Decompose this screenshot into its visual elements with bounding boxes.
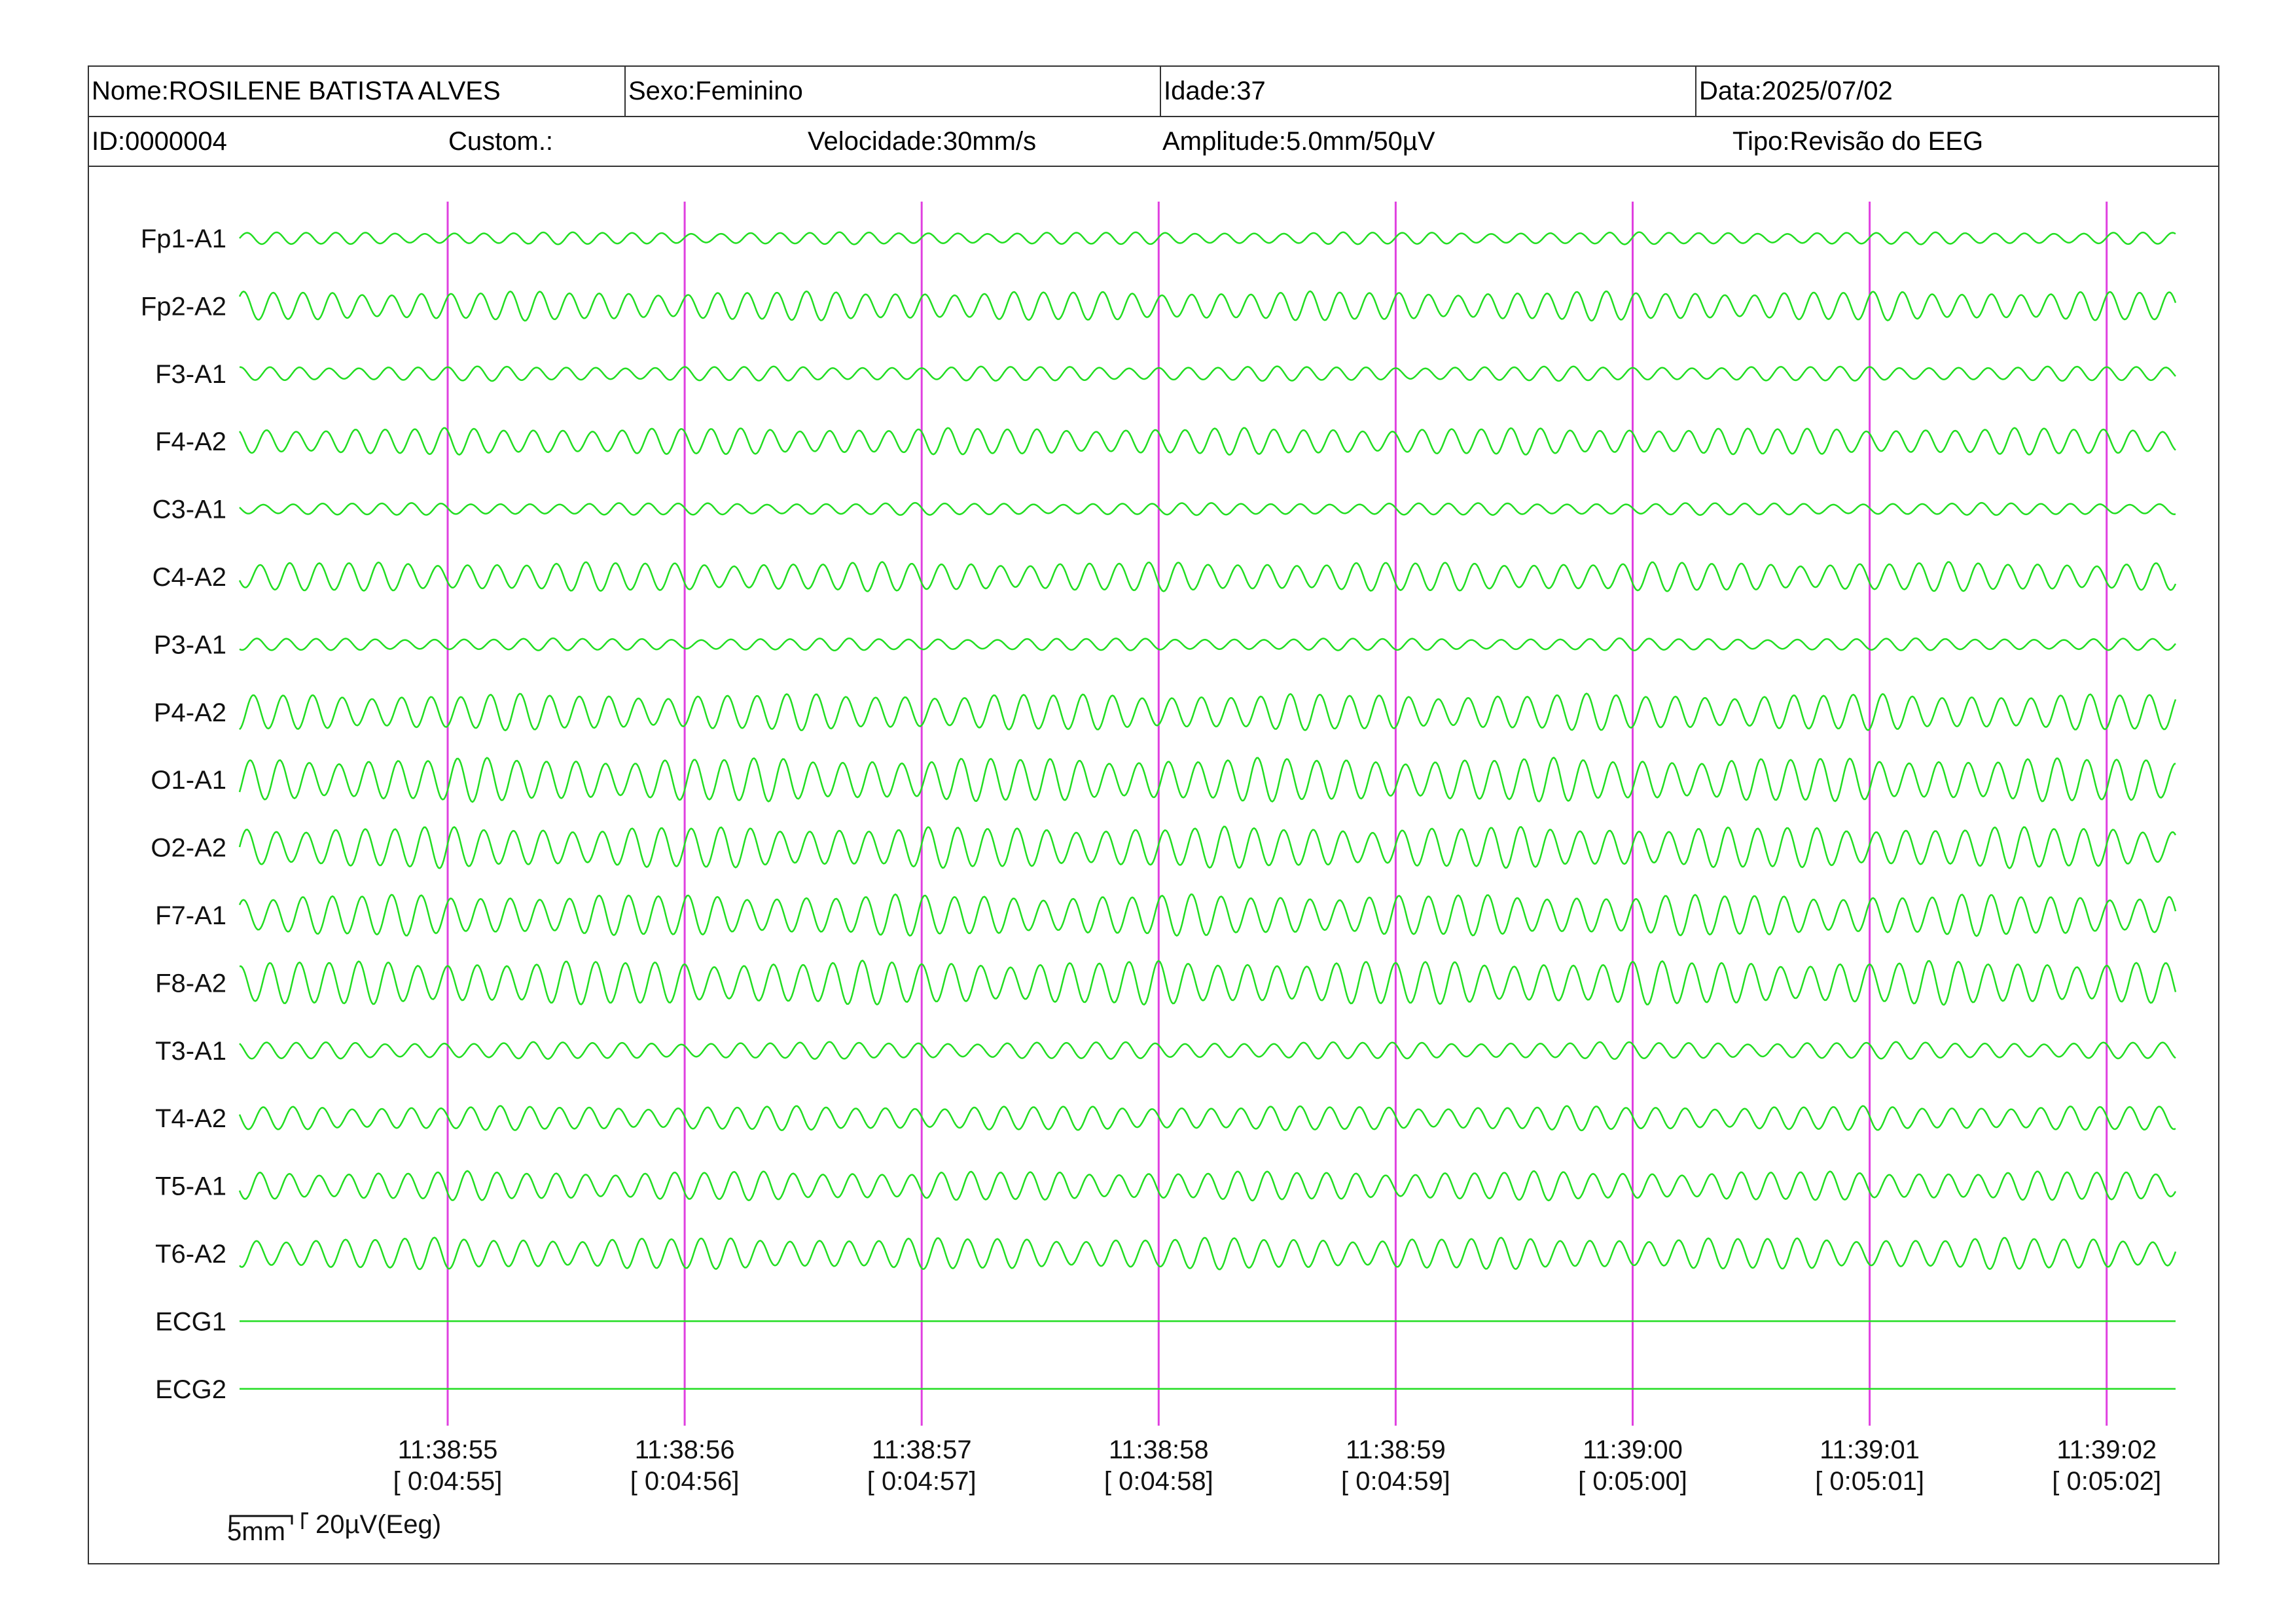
channel-label: ECG1 — [155, 1307, 226, 1336]
time-clock-label: 11:38:59 — [1346, 1435, 1446, 1464]
amplitude-scale-label: 20µV(Eeg) — [315, 1510, 441, 1539]
channel-label: T6-A2 — [155, 1240, 226, 1269]
eeg-trace-p3-a1 — [239, 637, 2176, 651]
time-elapsed-label: [ 0:04:56] — [630, 1467, 740, 1496]
time-clock-label: 11:39:01 — [1820, 1435, 1920, 1464]
time-clock-label: 11:38:57 — [872, 1435, 972, 1464]
scale-bar: 5mm 20µV(Eeg) — [227, 1510, 441, 1546]
time-clock-label: 11:38:56 — [635, 1435, 735, 1464]
time-clock-label: 11:38:58 — [1109, 1435, 1209, 1464]
eeg-trace-c3-a1 — [239, 501, 2176, 516]
eeg-trace-f7-a1 — [238, 893, 2177, 937]
eeg-trace-p4-a2 — [239, 693, 2177, 732]
time-elapsed-label: [ 0:04:59] — [1341, 1467, 1450, 1496]
channel-label: O1-A1 — [151, 766, 226, 795]
channel-label: ECG2 — [155, 1375, 226, 1404]
eeg-trace-o1-a1 — [238, 756, 2176, 803]
eeg-trace-f4-a2 — [238, 427, 2176, 456]
time-elapsed-label: [ 0:05:02] — [2052, 1467, 2161, 1496]
eeg-trace-t5-a1 — [238, 1170, 2177, 1202]
channel-label: F8-A2 — [155, 969, 226, 998]
amplitude-scale-bracket — [301, 1512, 308, 1529]
channel-label: T4-A2 — [155, 1104, 226, 1133]
eeg-trace-fp1-a1 — [239, 231, 2176, 245]
channel-label: F3-A1 — [155, 360, 226, 389]
channel-label: T3-A1 — [155, 1037, 226, 1066]
eeg-trace-t3-a1 — [239, 1041, 2176, 1060]
time-scale-label: 5mm — [227, 1517, 285, 1546]
time-clock-label: 11:39:02 — [2056, 1435, 2157, 1464]
eeg-trace-c4-a2 — [238, 561, 2177, 592]
channel-label: F7-A1 — [155, 901, 226, 930]
channel-label: T5-A1 — [155, 1172, 226, 1201]
eeg-trace-f3-a1 — [240, 365, 2176, 382]
channel-label: O2-A2 — [151, 834, 226, 863]
eeg-trace-o2-a2 — [238, 825, 2177, 869]
channel-label: C3-A1 — [152, 496, 226, 524]
eeg-trace-t4-a2 — [238, 1105, 2176, 1132]
eeg-trace-f8-a2 — [239, 960, 2177, 1006]
time-elapsed-label: [ 0:04:58] — [1104, 1467, 1213, 1496]
time-clock-label: 11:38:55 — [398, 1435, 498, 1464]
time-elapsed-label: [ 0:05:00] — [1578, 1467, 1687, 1496]
channel-label: C4-A2 — [152, 563, 226, 592]
channel-label: Fp2-A2 — [141, 292, 226, 321]
eeg-trace-t6-a2 — [239, 1236, 2177, 1271]
time-elapsed-label: [ 0:05:01] — [1815, 1467, 1924, 1496]
time-clock-label: 11:39:00 — [1583, 1435, 1683, 1464]
channel-label: P4-A2 — [154, 698, 226, 727]
time-elapsed-label: [ 0:04:55] — [393, 1467, 503, 1496]
channel-label: Fp1-A1 — [141, 225, 226, 253]
eeg-traces-chart: Fp1-A1 Fp2-A2 F3-A1 F4-A2 C3-A1 C4-A2 P3-A1 P4-… — [141, 202, 2177, 1546]
channel-label: P3-A1 — [154, 630, 226, 659]
time-elapsed-label: [ 0:04:57] — [867, 1467, 977, 1496]
channel-label: F4-A2 — [155, 427, 226, 456]
eeg-trace-fp2-a2 — [238, 290, 2177, 322]
